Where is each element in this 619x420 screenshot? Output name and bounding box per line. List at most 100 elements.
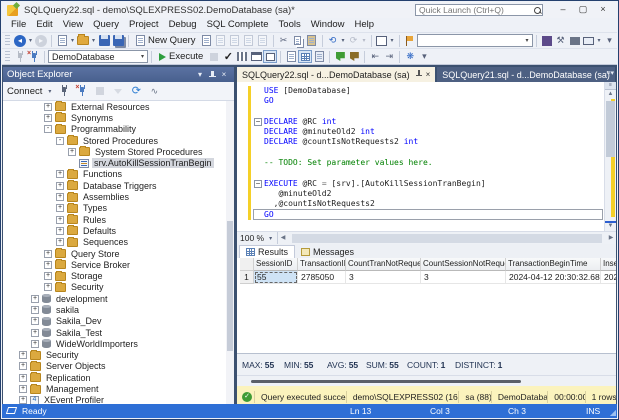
expand-icon[interactable]: + [56, 193, 64, 202]
tree-item[interactable]: + sakila [3, 304, 234, 315]
grid-cell[interactable]: 2024-04-12 20:30:32.680 [506, 271, 601, 284]
scrollbar-thumb[interactable] [227, 221, 233, 351]
expand-icon[interactable]: + [56, 215, 64, 224]
results-grid[interactable]: SessionID TransactionID CountTranNotRequ… [237, 258, 616, 353]
fold-collapse-icon[interactable]: − [254, 180, 262, 188]
connect-dropdown[interactable]: Connect [7, 86, 42, 97]
copy-button[interactable] [291, 34, 305, 47]
tree-item[interactable]: + External Resources [3, 101, 234, 112]
column-header[interactable]: TransactionID [298, 258, 346, 271]
tree-item[interactable]: + System Stored Procedures [3, 146, 234, 157]
expand-icon[interactable]: + [56, 181, 64, 190]
tree-item[interactable]: + Synonyms [3, 112, 234, 123]
debug-location-combo[interactable]: ▾ [416, 34, 533, 47]
open-file-dropdown[interactable]: ▾ [90, 37, 97, 44]
menu-tools[interactable]: Tools [274, 18, 306, 32]
tree-item[interactable]: + Rules [3, 214, 234, 225]
column-header[interactable]: Insert [601, 258, 616, 271]
menu-edit[interactable]: Edit [31, 18, 57, 32]
close-button[interactable]: × [593, 3, 613, 16]
grid-cell[interactable]: 3 [421, 271, 506, 284]
expand-icon[interactable]: + [19, 362, 27, 371]
scroll-up-arrow[interactable]: ▲ [605, 90, 616, 99]
menu-query[interactable]: Query [88, 18, 124, 32]
template-explorer-button[interactable] [568, 34, 582, 47]
scrollbar-thumb[interactable] [606, 101, 615, 157]
expand-icon[interactable]: + [44, 102, 52, 111]
expand-icon[interactable]: + [19, 373, 27, 382]
results-to-grid-button[interactable] [298, 50, 313, 63]
minimize-button[interactable]: – [553, 3, 573, 16]
menu-project[interactable]: Project [124, 18, 164, 32]
grid-cell[interactable]: 2785050 [298, 271, 346, 284]
object-explorer-titlebar[interactable]: Object Explorer ▾ × [3, 67, 234, 82]
tools-wrench-icon[interactable]: ⚒ [554, 34, 568, 47]
tree-item[interactable]: + WideWorldImporters [3, 338, 234, 349]
tree-item[interactable]: - Stored Procedures [3, 135, 234, 146]
tree-item[interactable]: + Defaults [3, 225, 234, 236]
quick-launch-box[interactable] [415, 4, 543, 16]
zoom-level-combo[interactable]: 100 % ▾ [237, 232, 279, 244]
tab-sqlquery21[interactable]: SQLQuery21.sql - d...DemoDatabase (sa) [437, 67, 615, 82]
filter-icon[interactable] [111, 85, 125, 98]
cancel-query-button[interactable] [207, 50, 221, 63]
tab-messages[interactable]: Messages [295, 245, 360, 258]
toolbar-grip[interactable] [5, 35, 10, 46]
expand-icon[interactable]: + [31, 328, 39, 337]
menu-window[interactable]: Window [306, 18, 350, 32]
resize-grip[interactable]: ◢ [610, 408, 616, 417]
close-icon[interactable]: × [218, 70, 230, 79]
display-estimated-plan-button[interactable] [235, 50, 249, 63]
database-engine-query-button[interactable] [200, 34, 214, 47]
activity-monitor-button[interactable] [375, 34, 389, 47]
column-header[interactable]: CountTranNotRequest [346, 258, 421, 271]
expand-icon[interactable]: + [56, 226, 64, 235]
expand-icon[interactable]: + [31, 339, 39, 348]
decrease-indent-button[interactable]: ⇤ [368, 50, 382, 63]
menu-debug[interactable]: Debug [164, 18, 202, 32]
new-query-button[interactable]: New Query [132, 35, 200, 46]
compact-query-button[interactable] [256, 34, 270, 47]
tree-item[interactable]: + Functions [3, 168, 234, 180]
expand-icon[interactable]: + [31, 305, 39, 314]
paste-button[interactable] [305, 34, 319, 47]
activity-monitor-dropdown[interactable]: ▾ [389, 37, 396, 44]
expand-icon[interactable]: + [44, 249, 52, 258]
tree-item[interactable]: + development [3, 293, 234, 304]
expand-icon[interactable]: + [44, 283, 52, 292]
results-to-file-button[interactable] [312, 50, 326, 63]
new-file-dropdown[interactable]: ▾ [69, 37, 76, 44]
maximize-button[interactable]: ▢ [573, 3, 593, 16]
query-options-button[interactable] [249, 50, 263, 63]
cut-button[interactable]: ✂ [277, 34, 291, 47]
grid-horizontal-scrollbar[interactable] [237, 375, 616, 386]
column-header[interactable]: SessionID [254, 258, 298, 271]
choose-window-button[interactable] [582, 34, 596, 47]
tree-item[interactable]: - Programmability [3, 123, 234, 135]
tree-item[interactable]: + Types [3, 202, 234, 214]
grid-cell[interactable]: 3 [346, 271, 421, 284]
increase-indent-button[interactable]: ⇥ [382, 50, 396, 63]
include-actual-plan-button[interactable] [263, 50, 278, 63]
scrollbar-track[interactable] [605, 99, 616, 223]
tree-item[interactable]: + Sakila_Test [3, 327, 234, 338]
tab-overflow-icon[interactable]: ≡▾ [606, 69, 614, 77]
tree-item[interactable]: + Query Store [3, 248, 234, 259]
grid-cell[interactable]: 55 [254, 271, 298, 284]
close-icon[interactable]: × [426, 70, 431, 79]
parse-button[interactable]: ✓ [221, 50, 235, 63]
expand-icon[interactable]: + [68, 147, 76, 156]
redo-dropdown[interactable]: ▾ [361, 37, 368, 44]
menu-sql-complete[interactable]: SQL Complete [202, 18, 274, 32]
tree-item[interactable]: + Sequences [3, 236, 234, 248]
expand-icon[interactable]: + [19, 351, 27, 360]
menu-file[interactable]: File [6, 18, 31, 32]
scroll-left-arrow[interactable]: ◀ [278, 232, 288, 244]
tree-item[interactable]: + Security [3, 349, 234, 361]
properties-window-button[interactable] [540, 34, 554, 47]
tree-item[interactable]: + Security [3, 281, 234, 293]
pin-icon[interactable] [415, 70, 422, 79]
expand-icon[interactable]: + [44, 113, 52, 122]
editor-horizontal-scrollbar[interactable]: ◀ ▶ [278, 232, 616, 244]
new-file-icon[interactable] [55, 34, 69, 47]
